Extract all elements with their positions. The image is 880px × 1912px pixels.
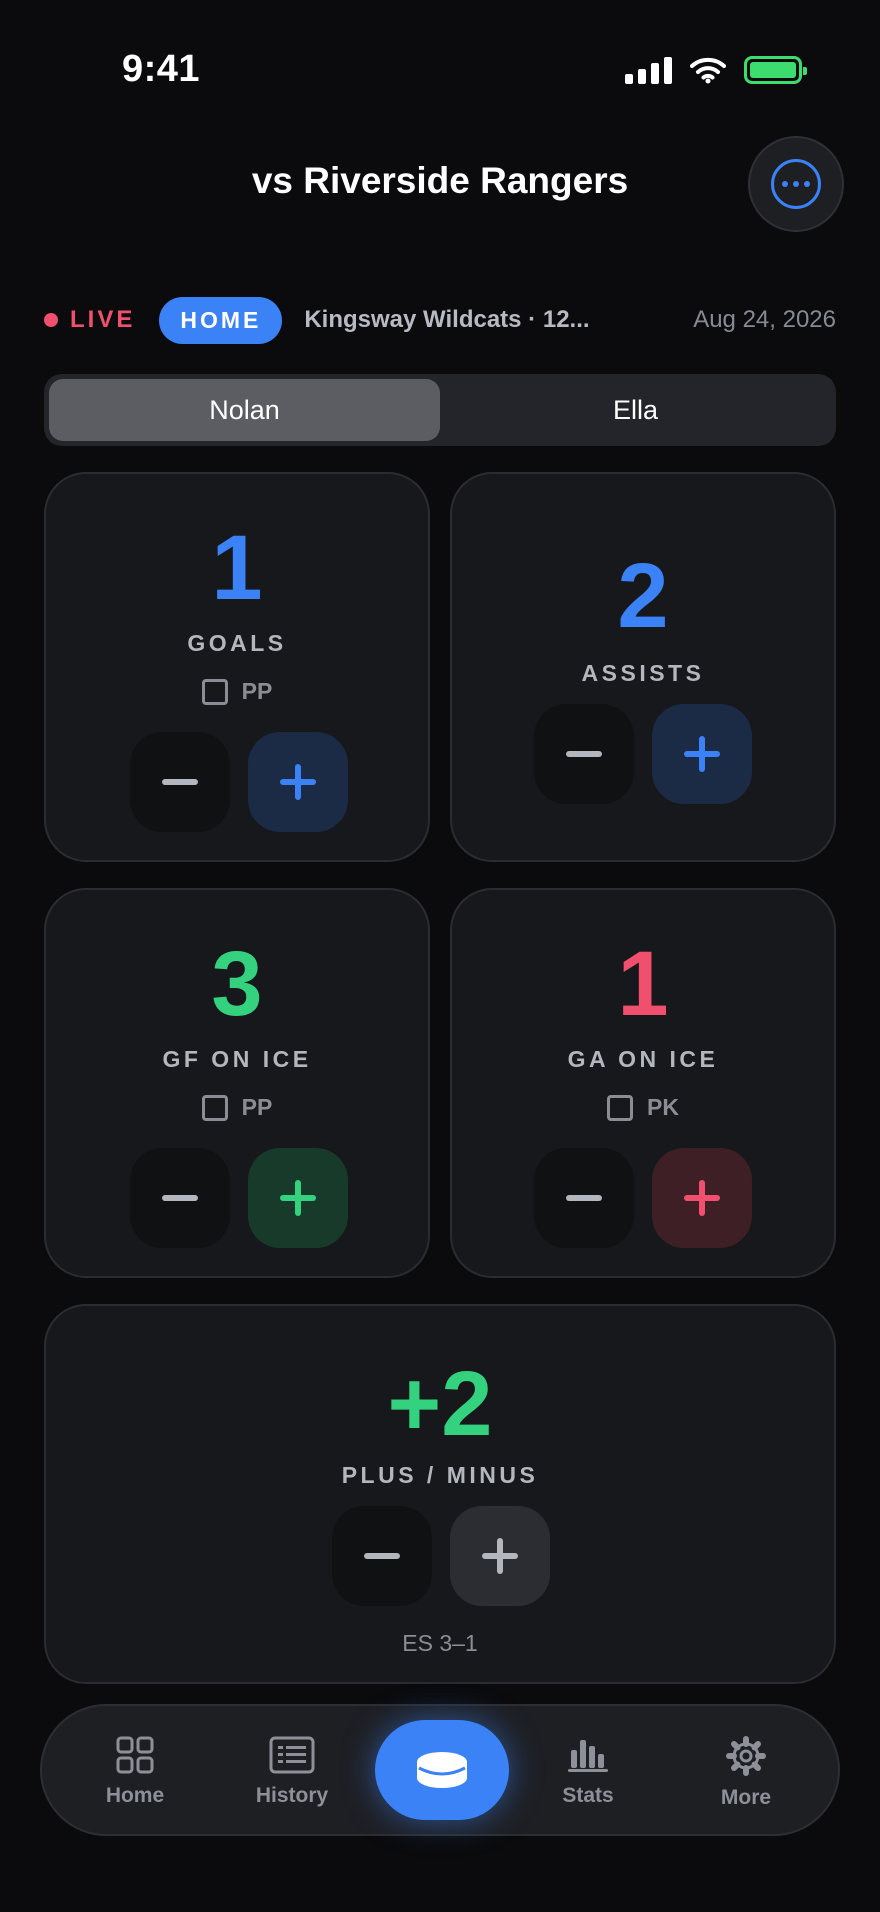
team-name: Kingsway Wildcats · 12... bbox=[304, 306, 590, 333]
player-tab-nolan[interactable]: Nolan bbox=[49, 379, 440, 441]
battery-charging-icon bbox=[744, 56, 807, 84]
plus-icon bbox=[280, 764, 316, 800]
status-time: 9:41 bbox=[122, 48, 201, 90]
goals-label: GOALS bbox=[187, 630, 287, 656]
goals-pp-label: PP bbox=[241, 678, 273, 704]
more-options-button[interactable] bbox=[748, 136, 844, 232]
plus-minus-card: +2 PLUS / MINUS ES 3–1 bbox=[44, 1304, 836, 1684]
plus-icon bbox=[482, 1538, 518, 1574]
tab-history-label: History bbox=[255, 1784, 329, 1807]
checkbox-icon bbox=[201, 678, 228, 705]
wifi-icon bbox=[690, 57, 726, 84]
gf-on-ice-card: 3 GF ON ICE PP bbox=[44, 888, 430, 1278]
plus-minus-label: PLUS / MINUS bbox=[341, 1462, 539, 1488]
tab-history[interactable]: History bbox=[232, 1736, 352, 1808]
live-badge: LIVE bbox=[70, 306, 136, 333]
tab-home-label: Home bbox=[105, 1784, 165, 1807]
tab-stats-label: Stats bbox=[562, 1784, 614, 1807]
plus-icon bbox=[280, 1180, 316, 1216]
ga-on-ice-card: 1 GA ON ICE PK bbox=[450, 888, 836, 1278]
hockey-puck-icon bbox=[417, 1752, 467, 1788]
status-icons bbox=[625, 56, 807, 84]
assists-label: ASSISTS bbox=[581, 660, 705, 686]
ellipsis-circle-icon bbox=[771, 159, 821, 209]
tab-more-label: More bbox=[720, 1786, 772, 1809]
ga-increment-button[interactable] bbox=[652, 1148, 752, 1248]
checkbox-icon bbox=[201, 1094, 228, 1121]
bar-chart-icon bbox=[568, 1740, 608, 1772]
ga-pk-label: PK bbox=[647, 1094, 679, 1120]
assists-card: 2 ASSISTS bbox=[450, 472, 836, 862]
plus-minus-value: +2 bbox=[387, 1353, 493, 1455]
ga-on-ice-value: 1 bbox=[617, 933, 669, 1035]
gf-on-ice-value: 3 bbox=[211, 933, 263, 1035]
live-tracker-button[interactable] bbox=[375, 1720, 509, 1820]
tab-more[interactable]: More bbox=[686, 1736, 806, 1810]
goals-increment-button[interactable] bbox=[248, 732, 348, 832]
tab-bar: Home History Stats More bbox=[40, 1704, 840, 1836]
game-info-row: LIVE HOME Kingsway Wildcats · 12... Aug … bbox=[44, 296, 836, 344]
goals-value: 1 bbox=[211, 517, 263, 619]
ga-decrement-button[interactable] bbox=[534, 1148, 634, 1248]
minus-icon bbox=[364, 1553, 400, 1559]
live-dot-icon bbox=[44, 313, 58, 327]
home-away-badge[interactable]: HOME bbox=[159, 296, 283, 344]
player-segmented-control: Nolan Ella bbox=[44, 374, 836, 446]
grid-icon bbox=[116, 1736, 154, 1774]
goals-pp-checkbox[interactable]: PP bbox=[46, 678, 428, 705]
assists-value: 2 bbox=[617, 545, 669, 647]
gf-pp-label: PP bbox=[241, 1094, 273, 1120]
plus-minus-decrement-button[interactable] bbox=[332, 1506, 432, 1606]
ga-on-ice-label: GA ON ICE bbox=[567, 1046, 719, 1072]
plus-minus-footer: ES 3–1 bbox=[402, 1630, 478, 1656]
checkbox-icon bbox=[607, 1094, 634, 1121]
minus-icon bbox=[162, 1195, 198, 1201]
minus-icon bbox=[566, 1195, 602, 1201]
signal-icon bbox=[625, 56, 672, 84]
plus-minus-increment-button[interactable] bbox=[450, 1506, 550, 1606]
goals-card: 1 GOALS PP bbox=[44, 472, 430, 862]
gf-decrement-button[interactable] bbox=[130, 1148, 230, 1248]
gf-pp-checkbox[interactable]: PP bbox=[46, 1094, 428, 1121]
goals-decrement-button[interactable] bbox=[130, 732, 230, 832]
assists-decrement-button[interactable] bbox=[534, 704, 634, 804]
minus-icon bbox=[162, 779, 198, 785]
player-tab-ella[interactable]: Ella bbox=[440, 379, 831, 441]
gear-icon bbox=[726, 1736, 766, 1776]
game-date: Aug 24, 2026 bbox=[693, 306, 836, 333]
tab-home[interactable]: Home bbox=[75, 1736, 195, 1808]
list-icon bbox=[269, 1736, 315, 1774]
plus-icon bbox=[684, 736, 720, 772]
ga-pk-checkbox[interactable]: PK bbox=[452, 1094, 834, 1121]
minus-icon bbox=[566, 751, 602, 757]
assists-increment-button[interactable] bbox=[652, 704, 752, 804]
tab-stats[interactable]: Stats bbox=[528, 1736, 648, 1808]
gf-increment-button[interactable] bbox=[248, 1148, 348, 1248]
plus-icon bbox=[684, 1180, 720, 1216]
gf-on-ice-label: GF ON ICE bbox=[162, 1046, 312, 1072]
